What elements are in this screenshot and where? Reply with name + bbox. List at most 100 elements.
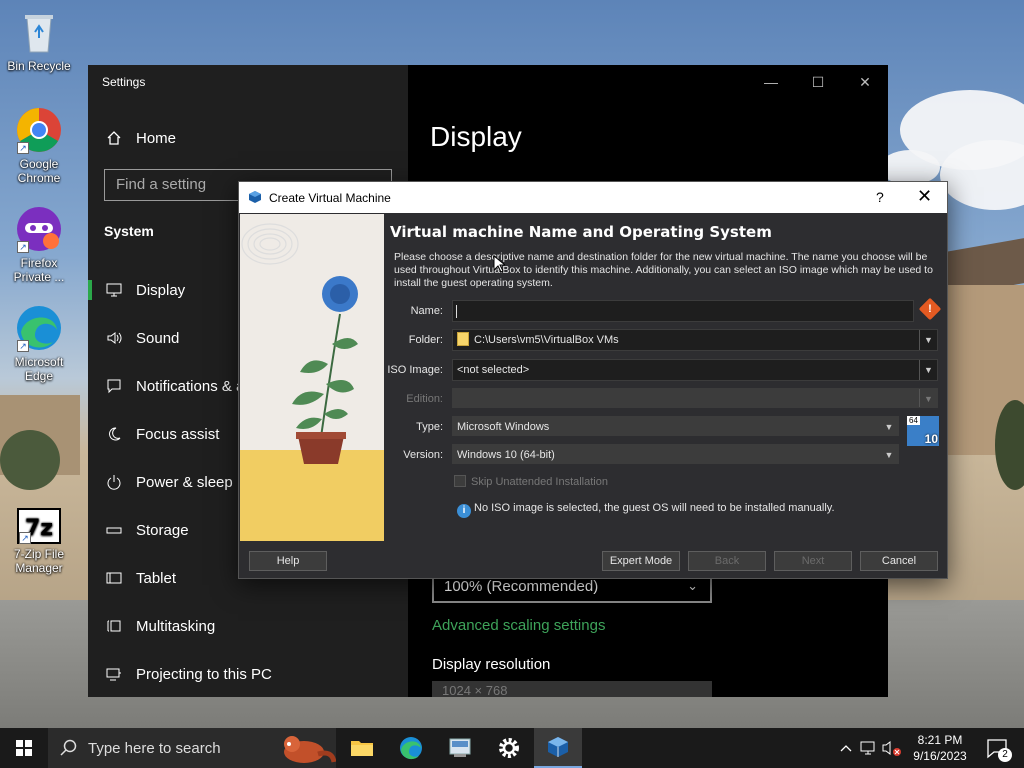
chevron-down-icon[interactable]: ▼: [880, 417, 898, 435]
windows-logo-icon: [16, 740, 32, 756]
dialog-title: Create Virtual Machine: [269, 191, 391, 205]
text-cursor: [456, 305, 457, 318]
create-vm-dialog: Create Virtual Machine ? ✕ Virtual machi…: [238, 181, 948, 579]
resolution-dropdown[interactable]: 1024 × 768: [432, 681, 712, 697]
chevron-down-icon: ⌄: [687, 578, 698, 593]
name-input[interactable]: [452, 300, 914, 322]
mouse-cursor-icon: [493, 254, 507, 278]
wizard-heading: Virtual machine Name and Operating Syste…: [390, 223, 772, 241]
info-icon: i: [457, 504, 471, 518]
nav-label: Storage: [136, 521, 189, 539]
type-select[interactable]: Microsoft Windows ▼: [452, 416, 899, 436]
folder-icon: [351, 741, 373, 756]
warning-icon: !: [918, 297, 942, 321]
back-button: Back: [688, 551, 766, 571]
tablet-icon: [106, 570, 122, 586]
moon-icon: [106, 426, 122, 442]
expert-mode-button[interactable]: Expert Mode: [602, 551, 680, 571]
windows-10-os-icon: 64 10: [907, 416, 939, 446]
taskbar-edge[interactable]: [387, 728, 435, 768]
page-title: Display: [430, 121, 522, 152]
taskbar: Type here to search 8:21 PM 9/16/2023 2: [0, 728, 1024, 768]
name-label: Name:: [410, 305, 443, 317]
taskbar-search-box[interactable]: Type here to search: [48, 728, 336, 768]
folder-select[interactable]: C:\Users\vm5\VirtualBox VMs ▼: [452, 329, 938, 351]
chevron-down-icon[interactable]: ▼: [880, 445, 898, 463]
taskbar-control-panel[interactable]: [436, 728, 484, 768]
version-value: Windows 10 (64-bit): [457, 449, 555, 461]
version-select[interactable]: Windows 10 (64-bit) ▼: [452, 444, 899, 464]
desktop-icon-label: Microsoft Edge: [14, 355, 64, 383]
clock-time: 8:21 PM: [917, 733, 963, 747]
close-button[interactable]: ✕: [842, 71, 888, 93]
notification-center-button[interactable]: 2: [980, 728, 1016, 768]
desktop-icon-7zip[interactable]: 7z ↗ 7-Zip File Manager: [1, 508, 77, 575]
7zip-icon: 7z ↗: [17, 508, 61, 544]
next-button: Next: [774, 551, 852, 571]
checkbox-box: [454, 475, 466, 487]
network-icon[interactable]: [858, 728, 878, 768]
virtualbox-icon: [548, 737, 568, 757]
resolution-value: 1024 × 768: [442, 683, 508, 697]
red-panda-search-highlight-icon: [284, 736, 336, 763]
desktop-icon-firefox-private[interactable]: ↗ Firefox Private ...: [1, 205, 77, 284]
skip-unattended-label: Skip Unattended Installation: [471, 476, 608, 488]
nav-projecting[interactable]: Projecting to this PC: [88, 652, 408, 696]
os-version-badge: 10: [924, 432, 938, 446]
nav-label: Focus assist: [136, 425, 220, 443]
desktop-icon-edge[interactable]: ↗ Microsoft Edge: [1, 304, 77, 383]
firefox-private-icon: ↗: [15, 205, 63, 253]
folder-icon: [457, 332, 469, 346]
window-title: Settings: [102, 75, 146, 89]
monitor-icon: [106, 282, 122, 298]
close-icon[interactable]: ✕: [917, 186, 932, 207]
version-label: Version:: [403, 449, 443, 461]
iso-select[interactable]: <not selected> ▼: [452, 359, 938, 381]
chevron-down-icon[interactable]: ▼: [919, 330, 937, 350]
taskbar-search-placeholder: Type here to search: [88, 740, 221, 757]
desktop-icon-label: Bin Recycle: [7, 59, 71, 73]
storage-icon: [106, 522, 122, 538]
taskbar-settings[interactable]: [485, 728, 533, 768]
advanced-scaling-link[interactable]: Advanced scaling settings: [432, 617, 605, 634]
wizard-illustration: [240, 214, 384, 541]
power-icon: [106, 474, 122, 490]
nav-label: Power & sleep: [136, 473, 233, 491]
edge-icon: [400, 737, 422, 760]
minimize-button[interactable]: —: [748, 71, 794, 93]
resolution-heading: Display resolution: [432, 656, 551, 673]
help-question-icon[interactable]: ?: [876, 189, 884, 205]
start-button[interactable]: [0, 728, 48, 768]
shortcut-arrow-icon: ↗: [17, 241, 29, 253]
recycle-bin-icon: [15, 8, 63, 56]
type-value: Microsoft Windows: [457, 421, 550, 433]
chevron-down-icon[interactable]: ▼: [919, 360, 937, 380]
volume-muted-icon[interactable]: [880, 728, 904, 768]
taskbar-file-explorer[interactable]: [338, 728, 386, 768]
edition-select: ▼: [452, 388, 938, 408]
help-button[interactable]: Help: [249, 551, 327, 571]
wizard-description: Please choose a descriptive name and des…: [394, 251, 933, 289]
edition-label: Edition:: [406, 393, 443, 405]
desktop-icon-recycle-bin[interactable]: Bin Recycle: [1, 8, 77, 73]
type-label: Type:: [416, 421, 443, 433]
shortcut-arrow-icon: ↗: [17, 142, 29, 154]
chevron-up-icon[interactable]: [836, 728, 856, 768]
nav-label: Notifications & a: [136, 377, 245, 395]
nav-label: Display: [136, 281, 186, 299]
iso-label: ISO Image:: [387, 364, 443, 376]
skip-unattended-checkbox: Skip Unattended Installation: [454, 475, 608, 488]
notification-icon: [106, 378, 122, 394]
shortcut-arrow-icon: ↗: [19, 532, 31, 544]
taskbar-clock[interactable]: 8:21 PM 9/16/2023: [906, 732, 974, 764]
taskbar-virtualbox[interactable]: [534, 728, 582, 768]
multitasking-icon: [106, 618, 122, 634]
home-icon: [106, 130, 122, 146]
cancel-button[interactable]: Cancel: [860, 551, 938, 571]
nav-home[interactable]: Home: [88, 116, 408, 160]
nav-multitasking[interactable]: Multitasking: [88, 604, 408, 648]
desktop-icon-label: Firefox Private ...: [13, 256, 65, 284]
control-panel-icon: [449, 738, 471, 757]
maximize-button[interactable]: ☐: [795, 71, 841, 93]
desktop-icon-chrome[interactable]: ↗ Google Chrome: [1, 106, 77, 185]
